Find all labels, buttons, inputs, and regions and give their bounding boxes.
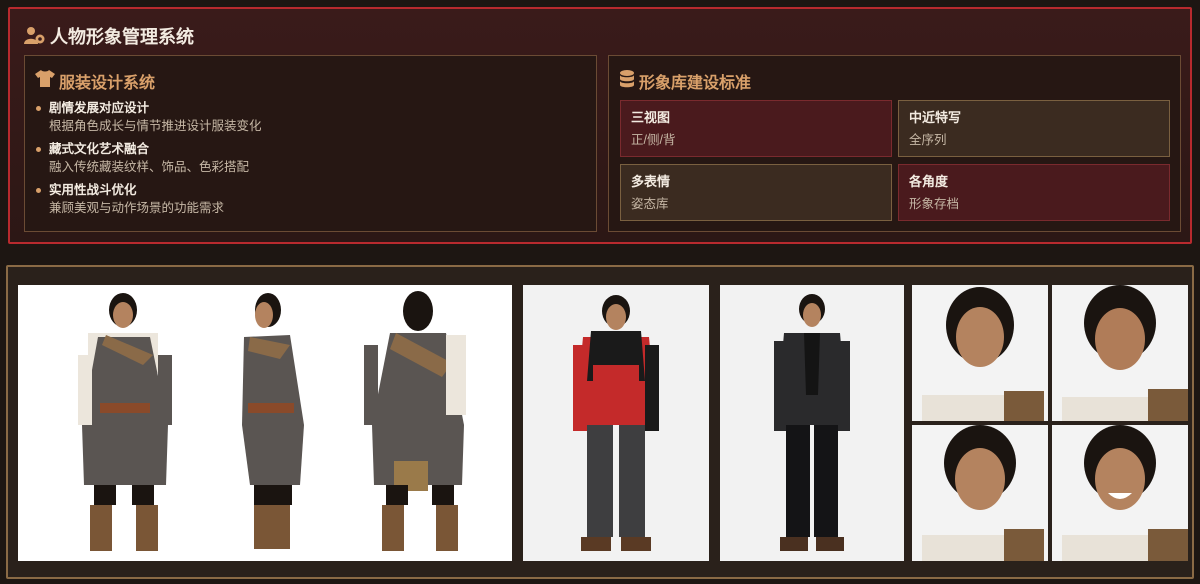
bullet-heading: 藏式文化艺术融合 bbox=[49, 142, 150, 156]
page-title: 人物形象管理系统 bbox=[24, 23, 194, 49]
standard-card-subtitle: 全序列 bbox=[909, 133, 947, 147]
standard-card-title: 中近特写 bbox=[909, 110, 962, 125]
standard-card-expressions: 多表情 姿态库 bbox=[620, 164, 892, 221]
tibetan-costume-three-view-image bbox=[18, 285, 512, 561]
standards-grid: 三视图 正/侧/背 中近特写 全序列 多表情 姿态库 各角度 形象存档 bbox=[620, 100, 1172, 221]
standard-card-closeup: 中近特写 全序列 bbox=[898, 100, 1170, 157]
bullet-description: 融入传统藏装纹样、饰品、色彩搭配 bbox=[49, 160, 250, 174]
character-system-panel: 人物形象管理系统 服装设计系统 剧情发展对应设计 根据角色成长与情节推进设计服装… bbox=[8, 7, 1192, 244]
standard-card-subtitle: 正/侧/背 bbox=[631, 133, 676, 147]
standard-card-subtitle: 形象存档 bbox=[909, 197, 960, 211]
costume-design-title: 服装设计系统 bbox=[35, 69, 155, 93]
standard-card-title: 三视图 bbox=[631, 110, 671, 125]
standard-card-title: 多表情 bbox=[631, 174, 671, 189]
list-item: 藏式文化艺术融合 融入传统藏装纹样、饰品、色彩搭配 bbox=[35, 141, 262, 176]
page-title-text: 人物形象管理系统 bbox=[50, 27, 194, 47]
black-suit-full-body-image bbox=[720, 285, 904, 561]
standard-card-angles: 各角度 形象存档 bbox=[898, 164, 1170, 221]
library-standards-title: 形象库建设标准 bbox=[619, 69, 751, 93]
standard-card-three-view: 三视图 正/侧/背 bbox=[620, 100, 892, 157]
users-gear-icon bbox=[24, 26, 46, 46]
costume-design-title-text: 服装设计系统 bbox=[59, 75, 156, 92]
expression-angry bbox=[1052, 285, 1188, 421]
standard-card-subtitle: 姿态库 bbox=[631, 197, 669, 211]
bullet-heading: 剧情发展对应设计 bbox=[49, 101, 150, 115]
bullet-heading: 实用性战斗优化 bbox=[49, 183, 137, 197]
database-icon bbox=[619, 69, 635, 93]
back-view-figure bbox=[364, 291, 466, 551]
shirt-icon bbox=[35, 70, 55, 92]
expression-sad bbox=[912, 425, 1048, 561]
side-view-figure bbox=[242, 293, 304, 549]
list-item: 剧情发展对应设计 根据角色成长与情节推进设计服装变化 bbox=[35, 100, 262, 135]
bullet-description: 兼顾美观与动作场景的功能需求 bbox=[49, 201, 225, 215]
standard-card-title: 各角度 bbox=[909, 174, 949, 189]
facial-expressions-grid-image bbox=[912, 285, 1188, 561]
library-standards-title-text: 形象库建设标准 bbox=[639, 75, 752, 92]
costume-design-box: 服装设计系统 剧情发展对应设计 根据角色成长与情节推进设计服装变化 藏式文化艺术… bbox=[24, 55, 597, 232]
character-gallery-panel bbox=[6, 265, 1194, 579]
library-standards-box: 形象库建设标准 三视图 正/侧/背 中近特写 全序列 多表情 姿态库 各角度 形… bbox=[608, 55, 1181, 232]
red-jacket-full-body-image bbox=[523, 285, 709, 561]
front-view-figure bbox=[78, 293, 172, 551]
costume-bullet-list: 剧情发展对应设计 根据角色成长与情节推进设计服装变化 藏式文化艺术融合 融入传统… bbox=[35, 100, 262, 223]
list-item: 实用性战斗优化 兼顾美观与动作场景的功能需求 bbox=[35, 182, 262, 217]
expression-laughing bbox=[1052, 425, 1188, 561]
expression-neutral bbox=[912, 285, 1048, 421]
bullet-description: 根据角色成长与情节推进设计服装变化 bbox=[49, 119, 262, 133]
